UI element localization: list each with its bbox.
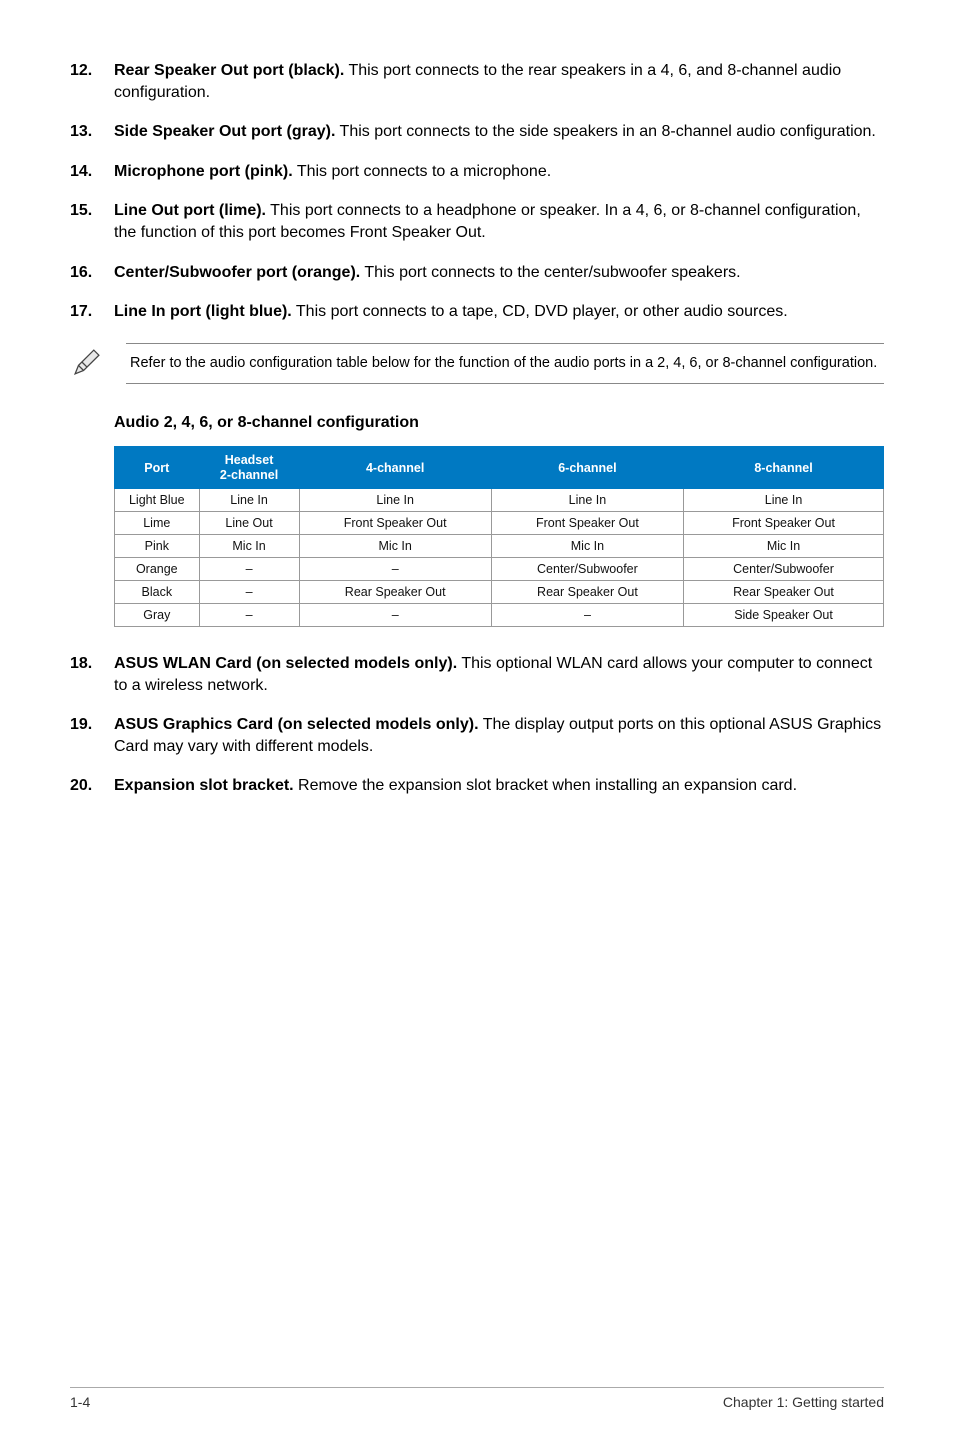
list-item: 14. Microphone port (pink). This port co…: [70, 161, 884, 183]
pencil-icon: [70, 343, 126, 384]
item-number: 16.: [70, 262, 114, 284]
list-item: 17. Line In port (light blue). This port…: [70, 301, 884, 323]
item-text: Remove the expansion slot bracket when i…: [294, 777, 797, 794]
page-number: 1-4: [70, 1394, 90, 1410]
item-body: Line In port (light blue). This port con…: [114, 301, 884, 323]
table-header: Headset 2-channel: [199, 447, 299, 489]
table-row: Lime Line Out Front Speaker Out Front Sp…: [115, 512, 884, 535]
list-item: 16. Center/Subwoofer port (orange). This…: [70, 262, 884, 284]
item-text: This port connects to a microphone.: [293, 163, 552, 180]
item-number: 17.: [70, 301, 114, 323]
item-body: ASUS WLAN Card (on selected models only)…: [114, 653, 884, 696]
table-row: Pink Mic In Mic In Mic In Mic In: [115, 535, 884, 558]
item-bold: ASUS Graphics Card (on selected models o…: [114, 716, 479, 733]
item-number: 20.: [70, 775, 114, 797]
table-header: 4-channel: [299, 447, 491, 489]
item-body: Center/Subwoofer port (orange). This por…: [114, 262, 884, 284]
audio-config-table: Port Headset 2-channel 4-channel 6-chann…: [114, 446, 884, 627]
list-item: 15. Line Out port (lime). This port conn…: [70, 200, 884, 243]
table-row: Orange – – Center/Subwoofer Center/Subwo…: [115, 558, 884, 581]
item-bold: Line In port (light blue).: [114, 303, 292, 320]
item-body: Line Out port (lime). This port connects…: [114, 200, 884, 243]
item-text: This port connects to the side speakers …: [335, 123, 875, 140]
table-title: Audio 2, 4, 6, or 8-channel configuratio…: [114, 414, 884, 432]
item-bold: Line Out port (lime).: [114, 202, 266, 219]
item-number: 13.: [70, 121, 114, 143]
note-text: Refer to the audio configuration table b…: [126, 343, 884, 385]
list-item: 18. ASUS WLAN Card (on selected models o…: [70, 653, 884, 696]
item-body: Microphone port (pink). This port connec…: [114, 161, 884, 183]
item-body: Expansion slot bracket. Remove the expan…: [114, 775, 884, 797]
item-bold: Expansion slot bracket.: [114, 777, 294, 794]
list-item: 20. Expansion slot bracket. Remove the e…: [70, 775, 884, 797]
item-bold: Rear Speaker Out port (black).: [114, 62, 344, 79]
list-item: 12. Rear Speaker Out port (black). This …: [70, 60, 884, 103]
item-bold: ASUS WLAN Card (on selected models only)…: [114, 655, 457, 672]
item-bold: Microphone port (pink).: [114, 163, 293, 180]
item-body: Rear Speaker Out port (black). This port…: [114, 60, 884, 103]
list-item: 13. Side Speaker Out port (gray). This p…: [70, 121, 884, 143]
table-header: 8-channel: [684, 447, 884, 489]
table-header: Port: [115, 447, 200, 489]
item-body: ASUS Graphics Card (on selected models o…: [114, 714, 884, 757]
item-text: This port connects to the center/subwoof…: [360, 264, 740, 281]
table-row: Black – Rear Speaker Out Rear Speaker Ou…: [115, 581, 884, 604]
list-item: 19. ASUS Graphics Card (on selected mode…: [70, 714, 884, 757]
chapter-title: Chapter 1: Getting started: [723, 1394, 884, 1410]
item-number: 18.: [70, 653, 114, 696]
item-bold: Side Speaker Out port (gray).: [114, 123, 335, 140]
item-text: This port connects to a tape, CD, DVD pl…: [292, 303, 788, 320]
note-block: Refer to the audio configuration table b…: [70, 343, 884, 385]
table-header: 6-channel: [491, 447, 683, 489]
item-body: Side Speaker Out port (gray). This port …: [114, 121, 884, 143]
item-number: 14.: [70, 161, 114, 183]
table-row: Light Blue Line In Line In Line In Line …: [115, 489, 884, 512]
page-footer: 1-4 Chapter 1: Getting started: [70, 1387, 884, 1410]
item-bold: Center/Subwoofer port (orange).: [114, 264, 360, 281]
page-content: 12. Rear Speaker Out port (black). This …: [70, 60, 884, 797]
item-number: 12.: [70, 60, 114, 103]
item-number: 19.: [70, 714, 114, 757]
item-number: 15.: [70, 200, 114, 243]
table-row: Gray – – – Side Speaker Out: [115, 604, 884, 627]
